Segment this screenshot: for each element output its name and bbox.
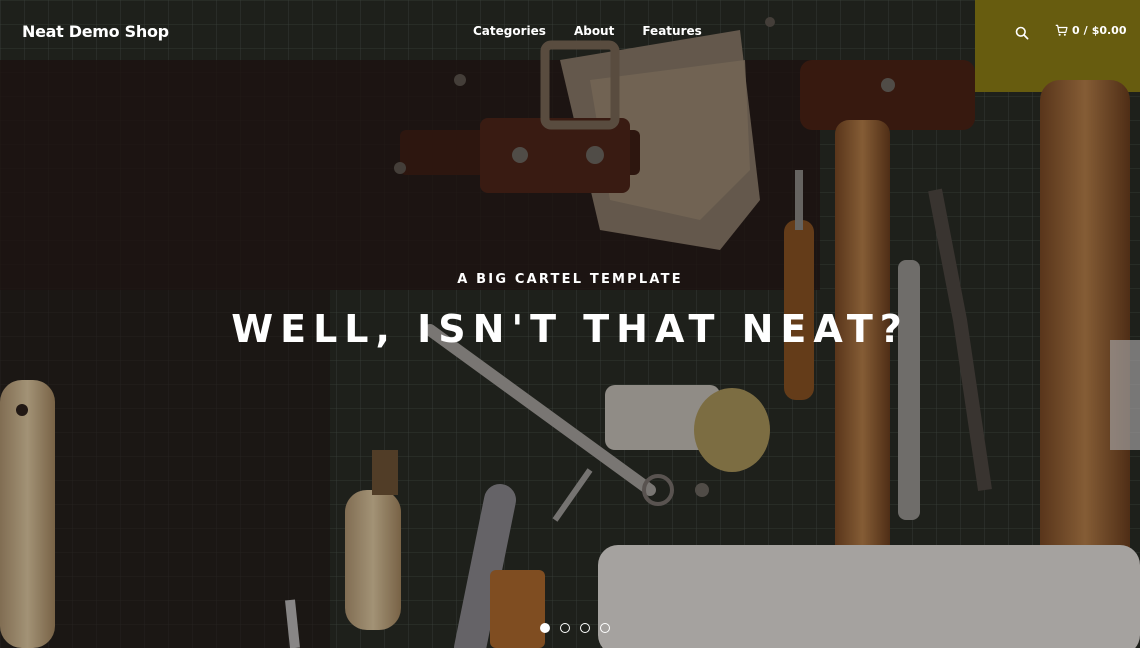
cart-icon (1055, 24, 1068, 36)
cart-total: $0.00 (1091, 24, 1127, 37)
hero-text: A BIG CARTEL TEMPLATE WELL, ISN'T THAT N… (0, 272, 1140, 351)
hero-eyebrow: A BIG CARTEL TEMPLATE (457, 272, 683, 287)
cart-separator: / (1083, 24, 1088, 37)
slide-dot-2[interactable] (560, 623, 570, 633)
slide-dot-1[interactable] (540, 623, 550, 633)
nav-link-features[interactable]: Features (642, 24, 701, 38)
nav-link-categories[interactable]: Categories (473, 24, 546, 38)
slide-dot-3[interactable] (580, 623, 590, 633)
hero-headline: WELL, ISN'T THAT NEAT? (231, 307, 909, 351)
main-nav: Categories About Features (473, 24, 702, 38)
site-header: Neat Demo Shop Categories About Features… (0, 0, 1140, 64)
search-icon[interactable] (1015, 25, 1029, 40)
slide-dot-4[interactable] (600, 623, 610, 633)
cart-button[interactable]: 0 / $0.00 (1055, 24, 1126, 37)
slideshow-pagination (540, 623, 610, 633)
nav-link-about[interactable]: About (574, 24, 614, 38)
shop-logo[interactable]: Neat Demo Shop (22, 22, 169, 41)
cart-count: 0 (1072, 24, 1080, 37)
hero-slideshow: A BIG CARTEL TEMPLATE WELL, ISN'T THAT N… (0, 0, 1140, 648)
